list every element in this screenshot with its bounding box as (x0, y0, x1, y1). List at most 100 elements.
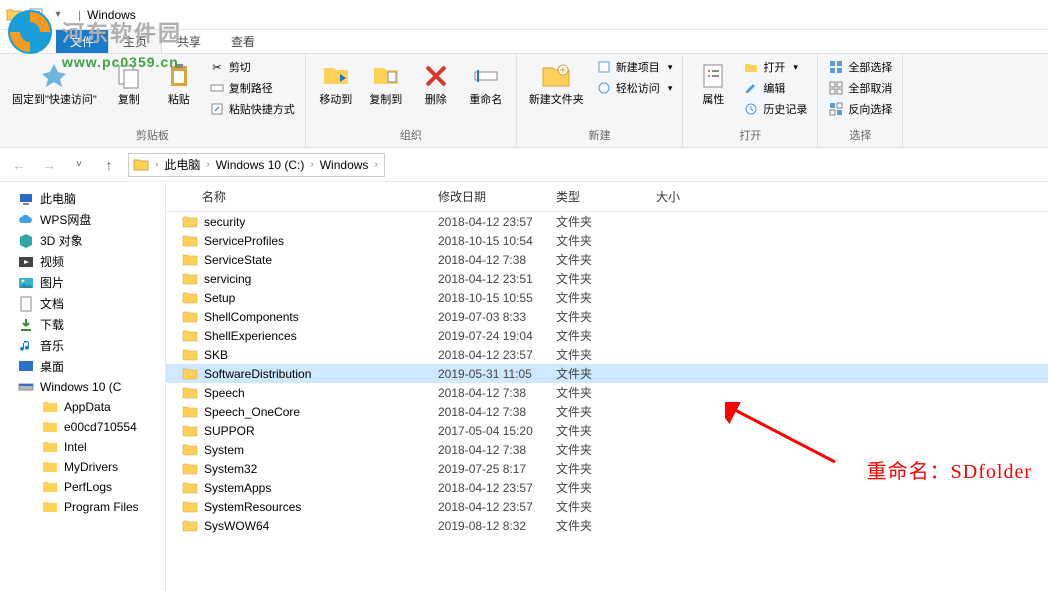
column-size[interactable]: 大小 (656, 188, 716, 205)
video-icon (18, 254, 34, 270)
file-row[interactable]: SystemResources2018-04-12 23:57文件夹 (166, 497, 1048, 516)
recent-dropdown[interactable]: ˅ (68, 154, 90, 176)
breadcrumb-drive[interactable]: Windows 10 (C:) (212, 158, 309, 172)
file-date: 2019-05-31 11:05 (438, 367, 556, 381)
path-icon (209, 80, 225, 96)
breadcrumb-folder[interactable]: Windows (316, 158, 373, 172)
select-all-icon (828, 59, 844, 75)
cube-icon (18, 233, 34, 249)
new-folder-button[interactable]: 新建文件夹 (525, 58, 588, 109)
nav-music[interactable]: 音乐 (0, 335, 165, 356)
rename-button[interactable]: 重命名 (464, 58, 508, 109)
file-date: 2019-08-12 8:32 (438, 519, 556, 533)
nav-desktop[interactable]: 桌面 (0, 356, 165, 377)
folder-icon (182, 234, 198, 248)
tab-share[interactable]: 共享 (162, 29, 216, 53)
nav-e00[interactable]: e00cd710554 (0, 417, 165, 437)
file-row[interactable]: ShellExperiences2019-07-24 19:04文件夹 (166, 326, 1048, 345)
move-to-button[interactable]: 移动到 (314, 58, 358, 109)
rename-icon (470, 60, 502, 92)
move-icon (320, 60, 352, 92)
nav-videos[interactable]: 视频 (0, 251, 165, 272)
nav-3d-objects[interactable]: 3D 对象 (0, 230, 165, 251)
paste-shortcut-button[interactable]: 粘贴快捷方式 (207, 100, 297, 118)
folder-icon (182, 367, 198, 381)
up-button[interactable]: ↑ (98, 154, 120, 176)
file-row[interactable]: security2018-04-12 23:57文件夹 (166, 212, 1048, 231)
file-row[interactable]: ServiceState2018-04-12 7:38文件夹 (166, 250, 1048, 269)
copy-button[interactable]: 复制 (107, 58, 151, 109)
file-type: 文件夹 (556, 213, 656, 230)
breadcrumb-pc[interactable]: 此电脑 (160, 156, 204, 173)
file-row[interactable]: SysWOW642019-08-12 8:32文件夹 (166, 516, 1048, 535)
open-icon (743, 59, 759, 75)
breadcrumb[interactable]: › 此电脑 › Windows 10 (C:) › Windows › (128, 153, 385, 177)
chevron-right-icon[interactable]: › (204, 159, 211, 170)
nav-downloads[interactable]: 下载 (0, 314, 165, 335)
invert-selection-button[interactable]: 反向选择 (826, 100, 894, 118)
file-row[interactable]: ShellComponents2019-07-03 8:33文件夹 (166, 307, 1048, 326)
new-item-button[interactable]: 新建项目▾ (594, 58, 675, 76)
select-none-button[interactable]: 全部取消 (826, 79, 894, 97)
nav-wps[interactable]: WPS网盘 (0, 209, 165, 230)
column-type[interactable]: 类型 (556, 188, 656, 205)
folder-icon (182, 310, 198, 324)
tab-file[interactable]: 文件 (56, 30, 108, 53)
nav-drive-c[interactable]: Windows 10 (C (0, 377, 165, 397)
navigation-pane[interactable]: 此电脑 WPS网盘 3D 对象 视频 图片 文档 下载 音乐 桌面 Window… (0, 182, 166, 591)
copy-to-button[interactable]: 复制到 (364, 58, 408, 109)
column-name[interactable]: 名称 (202, 188, 438, 205)
history-button[interactable]: 历史记录 (741, 100, 809, 118)
nav-pictures[interactable]: 图片 (0, 272, 165, 293)
tab-view[interactable]: 查看 (216, 29, 270, 53)
qat-dropdown-icon[interactable]: ▾ (50, 7, 66, 23)
title-separator: | (78, 8, 81, 22)
file-type: 文件夹 (556, 422, 656, 439)
copy-path-button[interactable]: 复制路径 (207, 79, 297, 97)
paste-button[interactable]: 粘贴 (157, 58, 201, 109)
chevron-right-icon[interactable]: › (308, 159, 315, 170)
chevron-right-icon[interactable]: › (372, 159, 379, 170)
file-name: SysWOW64 (204, 519, 269, 533)
nav-appdata[interactable]: AppData (0, 397, 165, 417)
easy-access-icon (596, 80, 612, 96)
paste-icon (163, 60, 195, 92)
properties-button[interactable]: 属性 (691, 58, 735, 109)
file-row[interactable]: servicing2018-04-12 23:51文件夹 (166, 269, 1048, 288)
nav-intel[interactable]: Intel (0, 437, 165, 457)
forward-button[interactable]: → (38, 154, 60, 176)
ribbon-tabs: 文件 主页 共享 查看 (0, 30, 1048, 54)
back-button[interactable]: ← (8, 154, 30, 176)
nav-mydrivers[interactable]: MyDrivers (0, 457, 165, 477)
image-icon (18, 275, 34, 291)
select-all-button[interactable]: 全部选择 (826, 58, 894, 76)
tab-home[interactable]: 主页 (108, 29, 162, 53)
file-type: 文件夹 (556, 289, 656, 306)
file-row[interactable]: Speech_OneCore2018-04-12 7:38文件夹 (166, 402, 1048, 421)
file-row[interactable]: SUPPOR2017-05-04 15:20文件夹 (166, 421, 1048, 440)
pin-quick-access-button[interactable]: 固定到"快速访问" (8, 58, 101, 109)
file-row[interactable]: Speech2018-04-12 7:38文件夹 (166, 383, 1048, 402)
file-row[interactable]: ServiceProfiles2018-10-15 10:54文件夹 (166, 231, 1048, 250)
file-row[interactable]: Setup2018-10-15 10:55文件夹 (166, 288, 1048, 307)
cut-button[interactable]: ✂ 剪切 (207, 58, 297, 76)
easy-access-button[interactable]: 轻松访问▾ (594, 79, 675, 97)
properties-qat-icon[interactable] (28, 7, 44, 23)
column-headers[interactable]: 名称 修改日期 类型 大小 (166, 182, 1048, 212)
column-date[interactable]: 修改日期 (438, 188, 556, 205)
chevron-right-icon[interactable]: › (153, 159, 160, 170)
delete-button[interactable]: 删除 (414, 58, 458, 109)
nav-program-files[interactable]: Program Files (0, 497, 165, 517)
file-row[interactable]: SoftwareDistribution2019-05-31 11:05文件夹 (166, 364, 1048, 383)
file-row[interactable]: SKB2018-04-12 23:57文件夹 (166, 345, 1048, 364)
nav-perflogs[interactable]: PerfLogs (0, 477, 165, 497)
open-button[interactable]: 打开▾ (741, 58, 809, 76)
file-type: 文件夹 (556, 308, 656, 325)
edit-button[interactable]: 编辑 (741, 79, 809, 97)
nav-documents[interactable]: 文档 (0, 293, 165, 314)
file-date: 2018-10-15 10:54 (438, 234, 556, 248)
file-list-pane[interactable]: 名称 修改日期 类型 大小 security2018-04-12 23:57文件… (166, 182, 1048, 591)
folder-icon (42, 419, 58, 435)
nav-this-pc[interactable]: 此电脑 (0, 188, 165, 209)
file-name: Setup (204, 291, 235, 305)
